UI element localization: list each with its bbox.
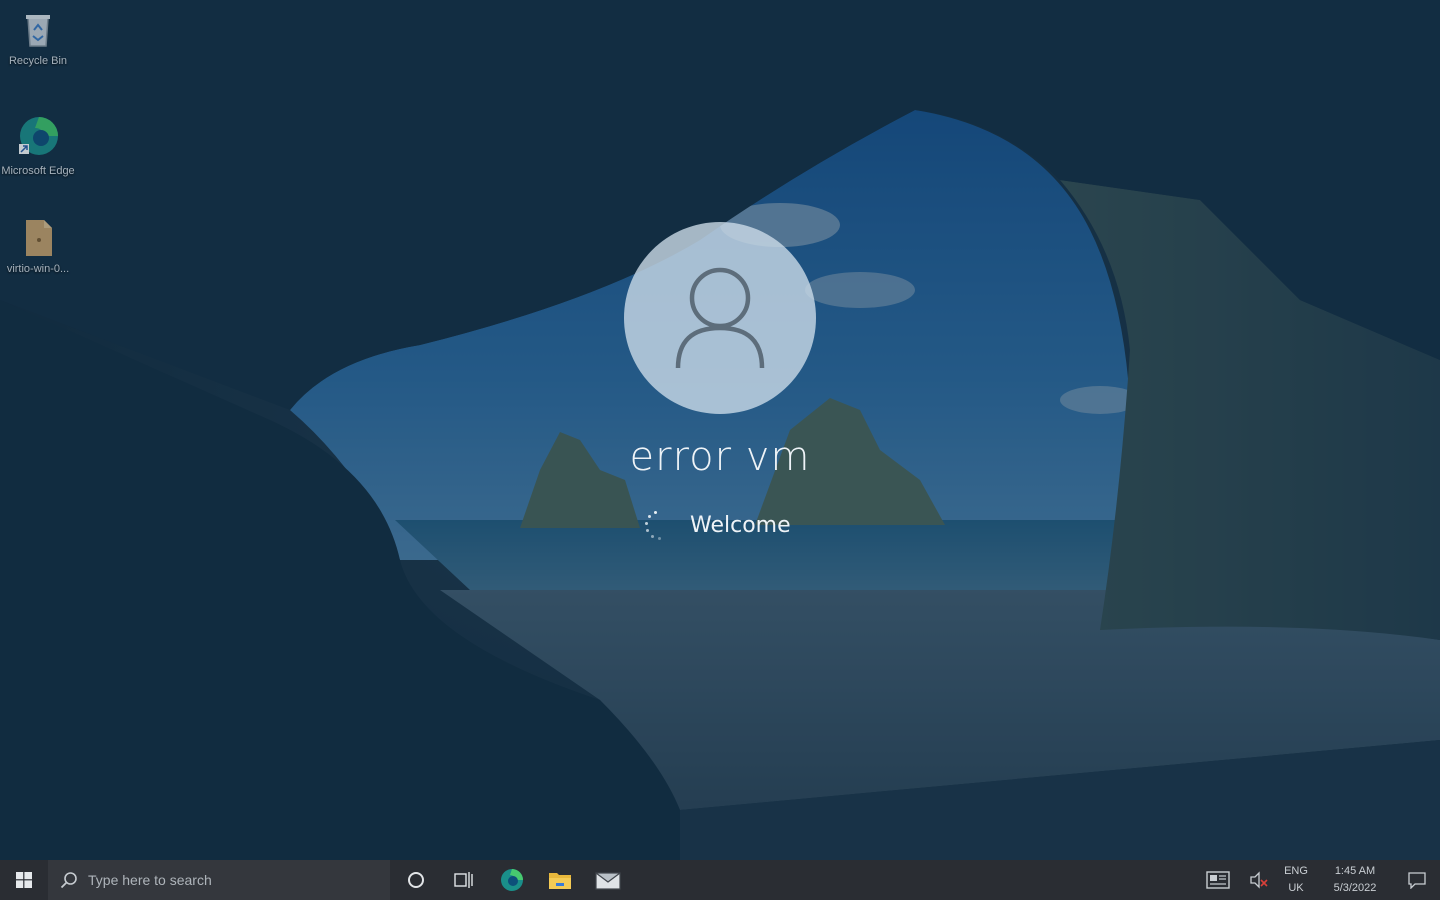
file-icon [18, 218, 58, 258]
lang-region: UK [1288, 882, 1304, 894]
volume-button[interactable] [1242, 860, 1276, 900]
volume-muted-icon [1250, 871, 1268, 889]
user-avatar [624, 222, 816, 414]
dim-overlay [0, 0, 1440, 860]
notification-icon [1408, 872, 1426, 889]
desktop-icon-edge[interactable]: Microsoft Edge [0, 114, 76, 178]
system-tray: ENG UK 1:45 AM 5/3/2022 [1194, 860, 1440, 900]
news-widget-button[interactable] [1194, 860, 1242, 900]
desktop-icon-label: Microsoft Edge [1, 165, 75, 177]
taskbar: ENG UK 1:45 AM 5/3/2022 [0, 860, 1440, 900]
desktop-icon-recycle-bin[interactable]: Recycle Bin [0, 10, 76, 68]
windows-logo-icon [16, 872, 32, 888]
desktop-icon-label: Recycle Bin [8, 55, 68, 67]
action-center-button[interactable] [1394, 860, 1440, 900]
cortana-circle-icon [408, 872, 424, 888]
folder-icon [549, 873, 571, 889]
welcome-text: Welcome [690, 512, 791, 538]
user-icon [675, 267, 765, 369]
taskbar-clock[interactable]: 1:45 AM 5/3/2022 [1316, 863, 1394, 897]
recycle-bin-icon [18, 10, 58, 50]
taskbar-edge-button[interactable] [488, 860, 536, 900]
start-button[interactable] [0, 860, 48, 900]
desktop-icon-label: virtio-win-0... [6, 263, 70, 275]
task-view-button[interactable] [440, 860, 488, 900]
login-username: error vm [629, 434, 811, 480]
task-view-icon [454, 872, 473, 888]
edge-icon [15, 114, 61, 160]
desktop-icon-virtio[interactable]: virtio-win-0... [0, 218, 76, 276]
mail-icon [595, 872, 621, 890]
input-language-button[interactable]: ENG UK [1276, 863, 1316, 897]
edge-icon [501, 869, 523, 891]
taskbar-mail-button[interactable] [584, 860, 632, 900]
cortana-button[interactable] [392, 860, 440, 900]
clock-date: 5/3/2022 [1333, 882, 1377, 894]
search-icon [60, 872, 77, 889]
desktop-wallpaper [0, 0, 1440, 860]
clock-time: 1:45 AM [1334, 865, 1376, 877]
search-input[interactable] [88, 872, 368, 888]
lang-code: ENG [1284, 865, 1308, 877]
taskbar-search-box[interactable] [48, 860, 390, 900]
login-status: Welcome [640, 508, 791, 542]
taskbar-file-explorer-button[interactable] [536, 860, 584, 900]
news-icon [1206, 871, 1230, 889]
loading-spinner-icon [640, 508, 668, 542]
